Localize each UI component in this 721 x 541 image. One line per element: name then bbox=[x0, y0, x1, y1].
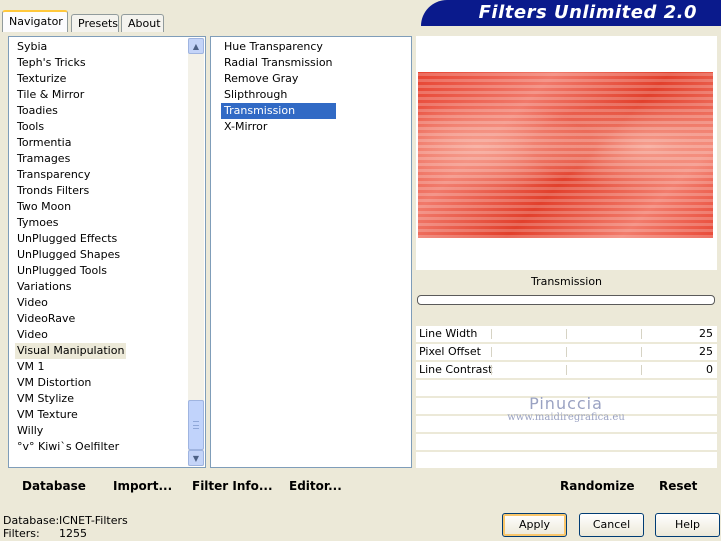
param-pixel-offset[interactable]: Pixel Offset 25 bbox=[416, 344, 717, 362]
cancel-button[interactable]: Cancel bbox=[579, 513, 644, 537]
category-item[interactable]: Tymoes bbox=[15, 215, 126, 231]
category-item[interactable]: Variations bbox=[15, 279, 126, 295]
watermark-name: Pinuccia bbox=[529, 394, 603, 413]
category-item[interactable]: VM Texture bbox=[15, 407, 126, 423]
param-line-width[interactable]: Line Width 25 bbox=[416, 326, 717, 344]
category-item[interactable]: VM 1 bbox=[15, 359, 126, 375]
chevron-down-icon: ▼ bbox=[192, 453, 200, 463]
filter-item[interactable]: Radial Transmission bbox=[221, 55, 336, 71]
param-value: 25 bbox=[699, 345, 713, 358]
filter-item[interactable]: X-Mirror bbox=[221, 119, 336, 135]
filter-item[interactable]: Remove Gray bbox=[221, 71, 336, 87]
param-label: Line Contrast bbox=[419, 363, 493, 376]
apply-button[interactable]: Apply bbox=[502, 513, 567, 537]
category-item[interactable]: Toadies bbox=[15, 103, 126, 119]
filter-item[interactable]: Hue Transparency bbox=[221, 39, 336, 55]
chevron-up-icon: ▲ bbox=[192, 41, 200, 51]
preview-box bbox=[416, 36, 717, 270]
category-item[interactable]: Texturize bbox=[15, 71, 126, 87]
tab-navigator-label: Navigator bbox=[9, 15, 63, 28]
category-list[interactable]: Sybia Teph's Tricks Texturize Tile & Mirror… bbox=[8, 36, 206, 468]
param-empty-row bbox=[416, 434, 717, 452]
filter-list[interactable]: Hue Transparency Radial Transmission Remov… bbox=[210, 36, 412, 468]
filter-items: Hue Transparency Radial Transmission Remov… bbox=[221, 39, 336, 135]
preview-filter-name: Transmission bbox=[530, 275, 603, 288]
category-item[interactable]: UnPlugged Effects bbox=[15, 231, 126, 247]
scroll-down-button[interactable]: ▼ bbox=[188, 450, 204, 466]
param-value: 25 bbox=[699, 327, 713, 340]
category-item[interactable]: Tile & Mirror bbox=[15, 87, 126, 103]
param-value: 0 bbox=[706, 363, 713, 376]
title-banner: Filters Unlimited 2.0 bbox=[421, 0, 721, 26]
category-item[interactable]: Sybia bbox=[15, 39, 126, 55]
progress-bar bbox=[417, 295, 715, 305]
editor-button[interactable]: Editor... bbox=[289, 479, 342, 493]
tab-navigator[interactable]: Navigator bbox=[2, 10, 68, 32]
database-label: Database: bbox=[3, 514, 60, 527]
category-item[interactable]: Willy bbox=[15, 423, 126, 439]
filter-item[interactable]: Transmission bbox=[221, 103, 336, 119]
preview-image bbox=[418, 72, 713, 238]
database-button[interactable]: Database bbox=[22, 479, 86, 493]
randomize-button[interactable]: Randomize bbox=[560, 479, 634, 493]
param-line-contrast[interactable]: Line Contrast 0 bbox=[416, 362, 717, 380]
scroll-thumb[interactable] bbox=[188, 400, 204, 450]
category-item[interactable]: Tramages bbox=[15, 151, 126, 167]
import-button[interactable]: Import... bbox=[113, 479, 172, 493]
tab-presets[interactable]: Presets bbox=[71, 14, 119, 32]
category-item[interactable]: Two Moon bbox=[15, 199, 126, 215]
filter-info-button[interactable]: Filter Info... bbox=[192, 479, 273, 493]
banner-title: Filters Unlimited 2.0 bbox=[478, 2, 697, 23]
category-item[interactable]: Video bbox=[15, 327, 126, 343]
category-item[interactable]: °v° Kiwi`s Oelfilter bbox=[15, 439, 126, 455]
bottom-toolbar: Database Import... Filter Info... Editor… bbox=[8, 471, 717, 499]
filters-label: Filters: bbox=[3, 527, 40, 540]
filter-item[interactable]: Slipthrough bbox=[221, 87, 336, 103]
watermark-url: www.maidiregrafica.eu bbox=[507, 412, 625, 423]
category-item[interactable]: UnPlugged Tools bbox=[15, 263, 126, 279]
tab-presets-label: Presets bbox=[78, 17, 119, 30]
param-label: Pixel Offset bbox=[419, 345, 481, 358]
tab-about-label: About bbox=[128, 17, 161, 30]
grip-icon bbox=[193, 421, 199, 429]
watermark: Pinuccia www.maidiregrafica.eu bbox=[416, 394, 716, 423]
category-item[interactable]: Tronds Filters bbox=[15, 183, 126, 199]
category-item[interactable]: Tools bbox=[15, 119, 126, 135]
param-label: Line Width bbox=[419, 327, 478, 340]
category-item[interactable]: VideoRave bbox=[15, 311, 126, 327]
tab-about[interactable]: About bbox=[121, 14, 164, 32]
category-item[interactable]: UnPlugged Shapes bbox=[15, 247, 126, 263]
reset-button[interactable]: Reset bbox=[659, 479, 697, 493]
category-item[interactable]: Teph's Tricks bbox=[15, 55, 126, 71]
category-item[interactable]: Video bbox=[15, 295, 126, 311]
category-item[interactable]: Transparency bbox=[15, 167, 126, 183]
category-item[interactable]: VM Distortion bbox=[15, 375, 126, 391]
param-empty-row bbox=[416, 452, 717, 470]
category-item[interactable]: VM Stylize bbox=[15, 391, 126, 407]
status-info: Database:ICNET-Filters Filters: 1255 bbox=[3, 514, 128, 540]
filters-count: 1255 bbox=[59, 527, 87, 540]
category-items: Sybia Teph's Tricks Texturize Tile & Mirror… bbox=[15, 39, 127, 455]
scroll-up-button[interactable]: ▲ bbox=[188, 38, 204, 54]
category-item[interactable]: Visual Manipulation bbox=[15, 343, 127, 359]
category-scrollbar[interactable]: ▲ ▼ bbox=[188, 38, 204, 466]
database-value: ICNET-Filters bbox=[59, 514, 128, 527]
help-button[interactable]: Help bbox=[655, 513, 720, 537]
category-item[interactable]: Tormentia bbox=[15, 135, 126, 151]
